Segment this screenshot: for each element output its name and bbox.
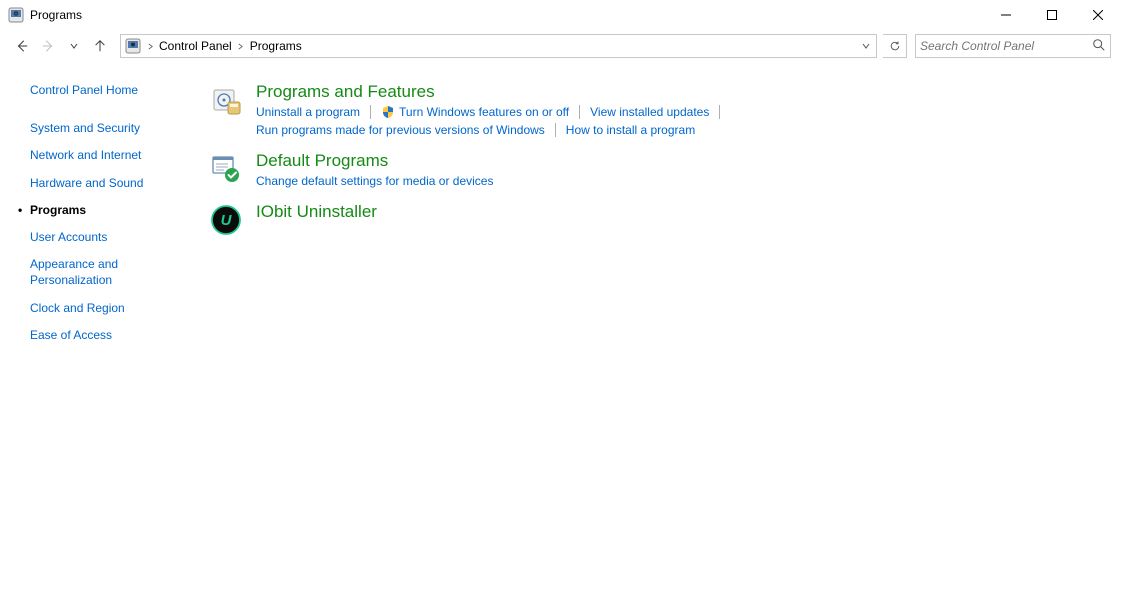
shield-icon (381, 105, 395, 119)
task-view-updates[interactable]: View installed updates (590, 105, 709, 119)
maximize-button[interactable] (1029, 0, 1075, 30)
address-dropdown-button[interactable] (856, 35, 876, 57)
separator (579, 105, 580, 119)
sidebar-item-user-accounts[interactable]: User Accounts (30, 229, 200, 245)
main-area: Control Panel Home System and Security N… (0, 62, 1121, 354)
up-button[interactable] (88, 34, 112, 58)
category-title[interactable]: IObit Uninstaller (256, 202, 1101, 222)
app-icon (8, 7, 24, 23)
control-panel-icon (125, 38, 141, 54)
category-title[interactable]: Default Programs (256, 151, 1101, 171)
svg-text:U: U (221, 212, 233, 229)
nav-row: Control Panel Programs (0, 30, 1121, 62)
separator (719, 105, 720, 119)
category-programs-features: Programs and Features Uninstall a progra… (210, 82, 1101, 137)
chevron-right-icon[interactable] (234, 43, 248, 50)
task-change-defaults[interactable]: Change default settings for media or dev… (256, 174, 493, 188)
separator (370, 105, 371, 119)
search-icon[interactable] (1092, 38, 1106, 55)
address-bar[interactable]: Control Panel Programs (120, 34, 877, 58)
refresh-button[interactable] (883, 34, 907, 58)
category-default-programs: Default Programs Change default settings… (210, 151, 1101, 188)
recent-locations-button[interactable] (62, 34, 86, 58)
sidebar: Control Panel Home System and Security N… (0, 82, 210, 354)
content-area: Programs and Features Uninstall a progra… (210, 82, 1121, 354)
sidebar-item-system-security[interactable]: System and Security (30, 120, 200, 136)
programs-features-icon (210, 84, 242, 116)
task-how-install[interactable]: How to install a program (566, 123, 695, 137)
forward-button[interactable] (36, 34, 60, 58)
sidebar-home[interactable]: Control Panel Home (30, 82, 200, 98)
sidebar-item-hardware-sound[interactable]: Hardware and Sound (30, 175, 200, 191)
task-windows-features[interactable]: Turn Windows features on or off (381, 105, 569, 119)
sidebar-item-ease-of-access[interactable]: Ease of Access (30, 327, 200, 343)
iobit-icon: U (210, 204, 242, 236)
minimize-button[interactable] (983, 0, 1029, 30)
breadcrumb-current[interactable]: Programs (248, 39, 304, 53)
search-input[interactable] (920, 39, 1092, 53)
separator (555, 123, 556, 137)
task-uninstall-program[interactable]: Uninstall a program (256, 105, 360, 119)
category-iobit-uninstaller: U IObit Uninstaller (210, 202, 1101, 236)
sidebar-item-appearance[interactable]: Appearance and Personalization (30, 256, 200, 288)
sidebar-item-programs[interactable]: Programs (30, 202, 200, 218)
back-button[interactable] (10, 34, 34, 58)
sidebar-item-network-internet[interactable]: Network and Internet (30, 147, 200, 163)
window-title: Programs (30, 8, 82, 22)
default-programs-icon (210, 153, 242, 185)
window-controls (983, 0, 1121, 30)
titlebar: Programs (0, 0, 1121, 30)
sidebar-item-clock-region[interactable]: Clock and Region (30, 300, 200, 316)
category-title[interactable]: Programs and Features (256, 82, 1101, 102)
breadcrumb-root[interactable]: Control Panel (157, 39, 234, 53)
task-compat-programs[interactable]: Run programs made for previous versions … (256, 123, 545, 137)
search-box[interactable] (915, 34, 1111, 58)
chevron-right-icon[interactable] (143, 43, 157, 50)
close-button[interactable] (1075, 0, 1121, 30)
